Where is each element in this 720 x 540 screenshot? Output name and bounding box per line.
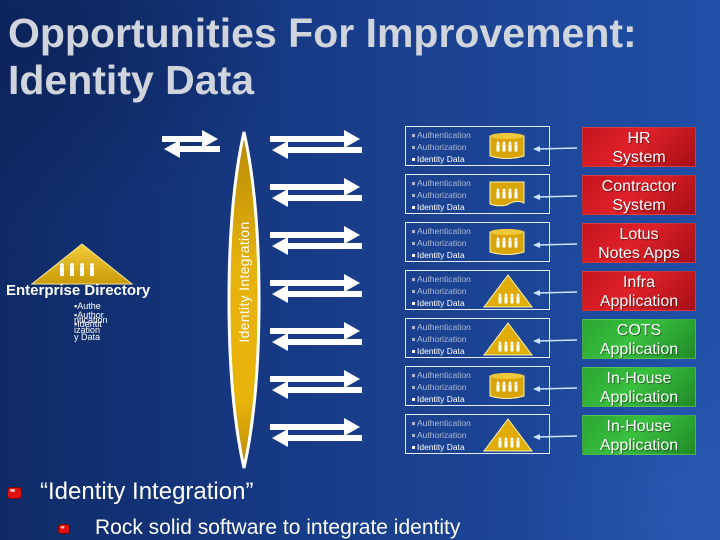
authentication-label: Authentication <box>412 177 471 189</box>
identity-row: Authentication Authorization Identity Da… <box>405 270 577 312</box>
bidirectional-arrow-icon <box>270 226 362 255</box>
identity-row: Authentication Authorization Identity Da… <box>405 414 577 456</box>
authentication-label: Authentication <box>412 321 471 333</box>
identity-integration-label: Identity Integration <box>236 221 252 343</box>
authorization-label: Authorization <box>412 285 467 297</box>
identity-row: Authentication Authorization Identity Da… <box>405 174 577 216</box>
connector-arrow-icon <box>533 434 577 440</box>
identity-data-label: Identity Data <box>412 297 465 309</box>
system-name-line2: Application <box>599 293 679 310</box>
slide-title: Opportunities For Improvement: Identity … <box>8 10 637 104</box>
bidirectional-arrow-icon <box>270 178 362 207</box>
system-label: Contractor System <box>582 175 696 215</box>
system-label: Infra Application <box>582 271 696 311</box>
system-name-line1: Contractor <box>601 178 677 195</box>
authentication-label: Authentication <box>412 225 471 237</box>
system-name-line1: HR <box>627 130 651 147</box>
enterprise-directory-bullets: ▪Authe ▪Author ntication ▪Identit izatio… <box>74 302 112 342</box>
bidirectional-arrow-icon <box>162 130 220 158</box>
system-label: Lotus Notes Apps <box>582 223 696 263</box>
connector-arrow-icon <box>533 338 577 344</box>
system-name-line1: Lotus <box>619 226 659 243</box>
authentication-label: Authentication <box>412 129 471 141</box>
system-name-line1: In-House <box>606 370 672 387</box>
identity-box: Authentication Authorization Identity Da… <box>405 222 550 262</box>
authorization-label: Authorization <box>412 141 467 153</box>
bidirectional-arrow-icon <box>270 274 362 303</box>
bidirectional-arrow-icon <box>270 322 362 351</box>
bullet-identity-integration: “Identity Integration” <box>40 478 254 505</box>
identity-row: Authentication Authorization Identity Da… <box>405 222 577 264</box>
connector-arrow-icon <box>533 386 577 392</box>
enterprise-directory-label: Enterprise Directory <box>6 282 151 299</box>
identity-row: Authentication Authorization Identity Da… <box>405 126 577 168</box>
red-bullet-icon <box>58 524 70 534</box>
identity-row: Authentication Authorization Identity Da… <box>405 366 577 408</box>
system-name-line1: COTS <box>616 322 662 339</box>
system-name-line1: In-House <box>606 418 672 435</box>
authorization-label: Authorization <box>412 189 467 201</box>
title-line-2: Identity Data <box>8 57 255 103</box>
system-label: COTS Application <box>582 319 696 359</box>
authentication-label: Authentication <box>412 369 471 381</box>
bidirectional-arrow-icon <box>270 130 362 159</box>
system-name-line1: Infra <box>622 274 655 291</box>
bidirectional-arrow-icon <box>270 370 362 399</box>
authorization-label: Authorization <box>412 333 467 345</box>
identity-data-label: Identity Data <box>412 393 465 405</box>
identity-data-label: Identity Data <box>412 153 465 165</box>
authorization-label: Authorization <box>412 237 467 249</box>
connector-arrow-icon <box>533 146 577 152</box>
authorization-label: Authorization <box>412 381 467 393</box>
system-name-line2: Application <box>599 437 679 454</box>
system-label: HR System <box>582 127 696 167</box>
connector-arrow-icon <box>533 194 577 200</box>
system-name-line2: System <box>612 197 666 214</box>
connector-arrow-icon <box>533 242 577 248</box>
system-label: In-House Application <box>582 415 696 455</box>
authentication-label: Authentication <box>412 417 471 429</box>
bullet-rock-solid: Rock solid software to integrate identit… <box>95 516 461 539</box>
identity-box: Authentication Authorization Identity Da… <box>405 126 550 166</box>
people-triangle-icon <box>30 243 134 285</box>
system-label: In-House Application <box>582 367 696 407</box>
bidirectional-arrow-icon <box>270 418 362 447</box>
authentication-label: Authentication <box>412 273 471 285</box>
ed-bullet: y Data <box>74 332 101 342</box>
identity-row: Authentication Authorization Identity Da… <box>405 318 577 360</box>
system-name-line2: Application <box>599 389 679 406</box>
connector-arrow-icon <box>533 290 577 296</box>
identity-data-label: Identity Data <box>412 249 465 261</box>
system-name-line2: System <box>612 149 666 166</box>
identity-box: Authentication Authorization Identity Da… <box>405 174 550 214</box>
system-name-line2: Notes Apps <box>598 245 680 262</box>
identity-data-label: Identity Data <box>412 201 465 213</box>
identity-box: Authentication Authorization Identity Da… <box>405 366 550 406</box>
title-line-1: Opportunities For Improvement: <box>8 10 637 56</box>
identity-data-label: Identity Data <box>412 441 465 453</box>
system-name-line2: Application <box>599 341 679 358</box>
red-bullet-icon <box>7 487 22 499</box>
authorization-label: Authorization <box>412 429 467 441</box>
identity-data-label: Identity Data <box>412 345 465 357</box>
